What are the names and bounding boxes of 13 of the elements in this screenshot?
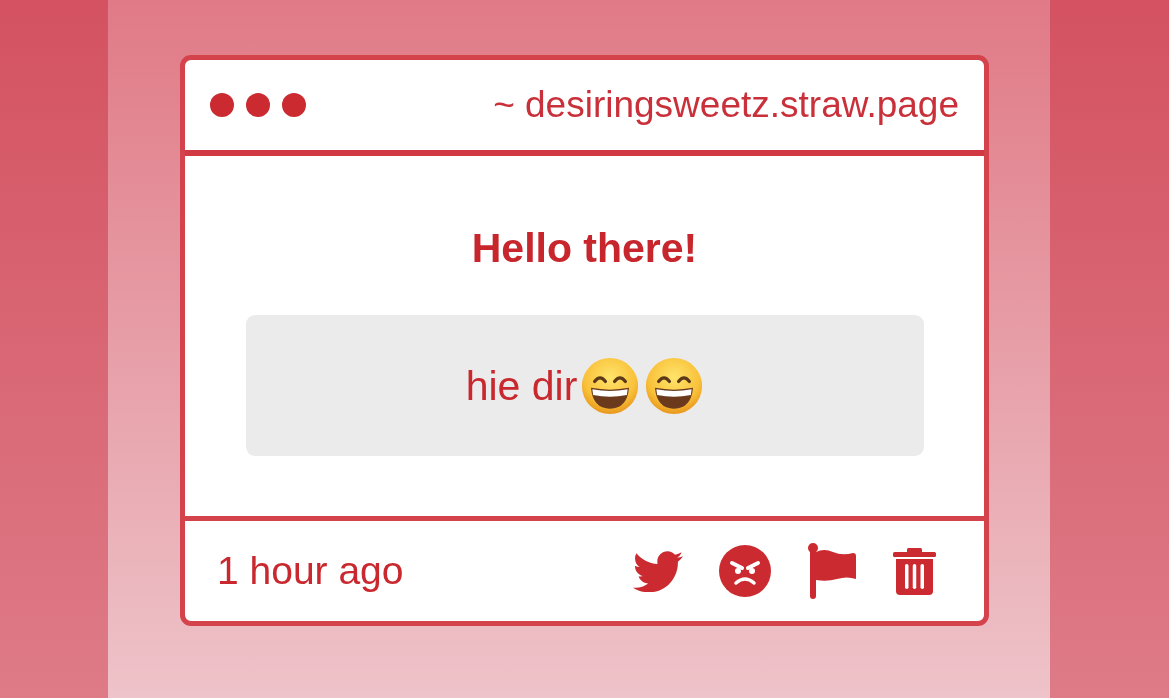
- trash-icon[interactable]: [893, 547, 936, 595]
- angry-face-icon[interactable]: [719, 545, 771, 597]
- grinning-face-icon: [645, 356, 704, 415]
- bird-icon[interactable]: [633, 550, 683, 592]
- grinning-face-icon: [581, 356, 640, 415]
- window-dot-icon: [210, 93, 234, 117]
- timestamp: 1 hour ago: [217, 548, 404, 594]
- address-text: ~ desiringsweetz.straw.page: [493, 83, 959, 127]
- window-dot-icon: [282, 93, 306, 117]
- flag-icon[interactable]: [807, 543, 857, 599]
- message-title: Hello there!: [471, 224, 698, 272]
- window-dot-icon: [246, 93, 270, 117]
- message-text: hie dir: [465, 361, 578, 411]
